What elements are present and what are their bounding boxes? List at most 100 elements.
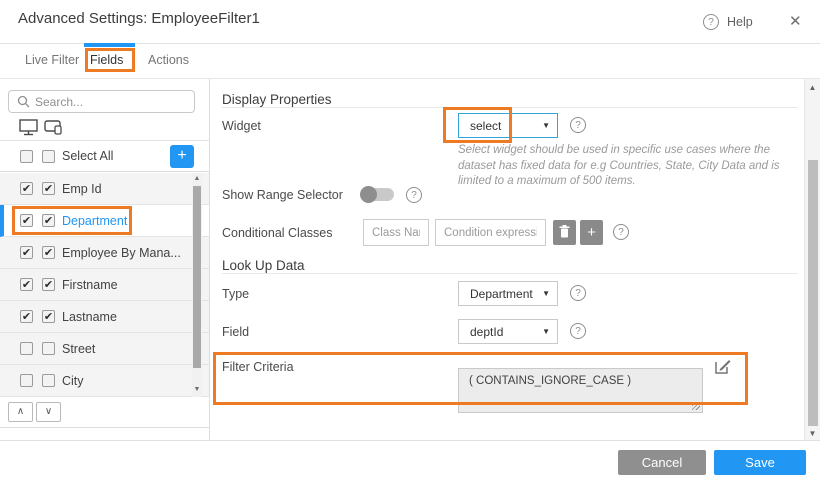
search-box <box>8 90 195 113</box>
search-icon <box>17 95 30 113</box>
web-checkbox[interactable] <box>20 246 33 259</box>
type-label: Type <box>222 287 249 301</box>
add-class-button[interactable]: + <box>580 220 603 245</box>
pencil-icon <box>720 360 731 371</box>
field-row-label: Department <box>62 214 127 228</box>
cancel-button[interactable]: Cancel <box>618 450 706 475</box>
field-row-firstname[interactable]: Firstname <box>0 269 209 301</box>
page-title: Advanced Settings: EmployeeFilter1 <box>18 10 260 27</box>
search-input[interactable] <box>35 91 190 112</box>
select-all-row: Select All + <box>0 141 209 172</box>
field-select-value: deptId <box>470 325 503 339</box>
web-checkbox[interactable] <box>20 214 33 227</box>
save-button[interactable]: Save <box>714 450 806 475</box>
select-all-web-checkbox[interactable] <box>20 150 33 163</box>
chevron-down-icon: ▼ <box>542 121 550 130</box>
sidebar-footer-divider <box>0 427 209 428</box>
close-icon[interactable]: ✕ <box>789 12 802 30</box>
mobile-checkbox[interactable] <box>42 278 55 291</box>
field-row-label: Employee By Mana... <box>62 246 181 260</box>
field-help-icon[interactable]: ? <box>570 323 586 339</box>
device-column-headers <box>0 116 209 141</box>
select-all-mobile-checkbox[interactable] <box>42 150 55 163</box>
scroll-up-icon[interactable]: ▲ <box>805 83 820 92</box>
toggle-knob <box>360 186 377 203</box>
mobile-checkbox[interactable] <box>42 246 55 259</box>
field-row-city[interactable]: City <box>0 365 209 397</box>
condition-expression-input[interactable] <box>435 219 546 246</box>
widget-helper-text: Select widget should be used in specific… <box>458 143 803 190</box>
add-field-button[interactable]: + <box>170 145 194 168</box>
web-checkbox[interactable] <box>20 182 33 195</box>
section-divider-2 <box>222 273 798 274</box>
chevron-down-icon: ▼ <box>542 289 550 298</box>
field-row-label: Firstname <box>62 278 118 292</box>
filter-criteria-textarea[interactable]: ( CONTAINS_IGNORE_CASE ) <box>458 368 703 413</box>
scroll-up-icon[interactable]: ▲ <box>192 174 202 184</box>
section-look-up-data: Look Up Data <box>222 258 305 273</box>
class-name-input[interactable] <box>363 219 429 246</box>
resize-handle[interactable] <box>692 402 700 410</box>
field-list: Emp Id Department Employee By Mana... First… <box>0 173 209 493</box>
show-range-selector-help-icon[interactable]: ? <box>406 187 422 203</box>
filter-criteria-value: ( CONTAINS_IGNORE_CASE ) <box>469 375 631 387</box>
footer-divider <box>0 440 820 441</box>
show-range-selector-toggle[interactable] <box>360 186 396 203</box>
help-icon[interactable]: ? <box>703 14 719 30</box>
type-select[interactable]: Department ▼ <box>458 281 558 306</box>
widget-help-icon[interactable]: ? <box>570 117 586 133</box>
field-row-emp-id[interactable]: Emp Id <box>0 173 209 205</box>
mobile-checkbox[interactable] <box>42 214 55 227</box>
scroll-down-icon[interactable]: ▼ <box>805 429 820 438</box>
mobile-checkbox[interactable] <box>42 342 55 355</box>
field-row-label: City <box>62 374 84 388</box>
mobile-device-icon <box>44 120 63 140</box>
type-help-icon[interactable]: ? <box>570 285 586 301</box>
select-all-label: Select All <box>62 149 113 163</box>
tab-actions[interactable]: Actions <box>148 53 189 67</box>
section-display-properties: Display Properties <box>222 92 332 107</box>
move-down-button[interactable]: ∨ <box>36 402 61 422</box>
web-checkbox[interactable] <box>20 278 33 291</box>
mobile-checkbox[interactable] <box>42 310 55 323</box>
field-row-label: Emp Id <box>62 182 102 196</box>
tab-live-filter[interactable]: Live Filter <box>25 53 79 67</box>
sidebar-scrollbar[interactable]: ▲ ▼ <box>192 173 202 397</box>
scroll-down-icon[interactable]: ▼ <box>192 385 202 395</box>
active-tab-indicator <box>84 43 135 47</box>
field-select[interactable]: deptId ▼ <box>458 319 558 344</box>
move-up-button[interactable]: ∧ <box>8 402 33 422</box>
web-checkbox[interactable] <box>20 310 33 323</box>
field-label: Field <box>222 325 249 339</box>
type-select-value: Department <box>470 287 533 301</box>
field-row-label: Lastname <box>62 310 117 324</box>
widget-select[interactable]: select ▼ <box>458 113 558 138</box>
web-checkbox[interactable] <box>20 342 33 355</box>
main-scrollbar[interactable]: ▲ ▼ <box>804 79 820 440</box>
edit-filter-criteria-button[interactable] <box>713 357 732 381</box>
field-row-lastname[interactable]: Lastname <box>0 301 209 333</box>
field-row-employee-by-mana[interactable]: Employee By Mana... <box>0 237 209 269</box>
field-row-street[interactable]: Street <box>0 333 209 365</box>
widget-select-value: select <box>470 119 501 133</box>
conditional-classes-label: Conditional Classes <box>222 226 332 240</box>
delete-class-button[interactable] <box>553 220 576 245</box>
desktop-icon <box>19 119 38 141</box>
web-checkbox[interactable] <box>20 374 33 387</box>
mobile-checkbox[interactable] <box>42 374 55 387</box>
sidebar-scrollbar-thumb[interactable] <box>193 186 201 368</box>
filter-criteria-label: Filter Criteria <box>222 360 294 374</box>
section-divider <box>222 107 798 108</box>
chevron-down-icon: ▼ <box>542 327 550 336</box>
conditional-classes-help-icon[interactable]: ? <box>613 224 629 240</box>
field-row-department[interactable]: Department <box>0 205 209 237</box>
mobile-checkbox[interactable] <box>42 182 55 195</box>
main-scrollbar-thumb[interactable] <box>808 160 818 426</box>
widget-label: Widget <box>222 119 261 133</box>
field-row-label: Street <box>62 342 95 356</box>
fields-sidebar: Select All + Emp Id Department Employee By… <box>0 79 210 440</box>
trash-icon <box>559 225 570 241</box>
tab-fields[interactable]: Fields <box>90 53 123 67</box>
show-range-selector-label: Show Range Selector <box>222 188 343 202</box>
help-link[interactable]: Help <box>727 15 753 29</box>
